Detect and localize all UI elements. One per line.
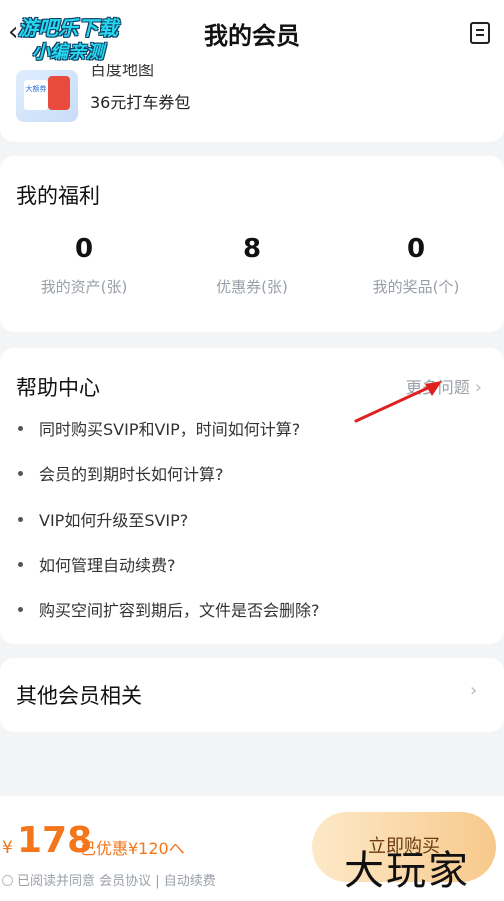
bullet-icon xyxy=(18,517,23,522)
bullet-icon xyxy=(18,426,23,431)
agree-checkbox[interactable] xyxy=(2,875,13,886)
faq-text: 会员的到期时长如何计算? xyxy=(39,465,224,484)
benefits-title: 我的福利 xyxy=(16,184,100,208)
chevron-right-icon: › xyxy=(474,377,482,398)
stat-assets-label: 我的资产(张) xyxy=(40,278,128,296)
faq-text: VIP如何升级至SVIP? xyxy=(39,511,189,530)
other-title: 其他会员相关 xyxy=(16,684,142,708)
stat-prizes-label: 我的奖品(个) xyxy=(372,278,460,296)
stat-assets[interactable]: 0 我的资产(张) xyxy=(0,234,168,297)
faq-item[interactable]: 购买空间扩容到期后，文件是否会删除? xyxy=(18,597,320,621)
faq-text: 如何管理自动续费? xyxy=(39,556,176,575)
more-questions-label: 更多问题 xyxy=(405,378,470,397)
stat-coupons-label: 优惠券(张) xyxy=(216,278,288,296)
agreement-row[interactable]: 已阅读并同意 会员协议 | 自动续费 xyxy=(2,870,216,889)
more-questions-link[interactable]: 更多问题 › xyxy=(406,374,482,398)
benefits-card: 我的福利 0 我的资产(张) 8 优惠券(张) 0 我的奖品(个) xyxy=(0,156,504,332)
faq-item[interactable]: VIP如何升级至SVIP? xyxy=(18,507,188,531)
stat-prizes[interactable]: 0 我的奖品(个) xyxy=(332,234,500,297)
help-center-card: 帮助中心 更多问题 › 同时购买SVIP和VIP，时间如何计算? 会员的到期时长… xyxy=(0,348,504,644)
bullet-icon xyxy=(18,562,23,567)
stat-coupons-value: 8 xyxy=(242,234,262,264)
page-title: 我的会员 xyxy=(204,22,300,50)
coupon-label: 36元打车券包 xyxy=(90,93,191,112)
other-member-card[interactable]: 其他会员相关 › xyxy=(0,658,504,732)
faq-item[interactable]: 会员的到期时长如何计算? xyxy=(18,461,224,485)
menu-icon[interactable] xyxy=(470,22,490,44)
coupon-thumbnail[interactable]: 大额券 xyxy=(16,70,78,122)
stat-coupons[interactable]: 8 优惠券(张) xyxy=(168,234,336,297)
coupon-thumb-text: 大额券 xyxy=(24,80,48,110)
header: ‹ 游吧乐下载 小编亲测 我的会员 xyxy=(0,0,504,64)
stat-prizes-value: 0 xyxy=(406,234,426,264)
faq-text: 同时购买SVIP和VIP，时间如何计算? xyxy=(39,420,301,439)
agreement-text: 已阅读并同意 会员协议 | 自动续费 xyxy=(17,874,216,889)
stat-assets-value: 0 xyxy=(74,234,94,264)
faq-text: 购买空间扩容到期后，文件是否会删除? xyxy=(39,601,320,620)
bullet-icon xyxy=(18,607,23,612)
faq-item[interactable]: 同时购买SVIP和VIP，时间如何计算? xyxy=(18,416,300,440)
chevron-right-icon: › xyxy=(470,680,478,701)
map-label-wrap: 百度地图 xyxy=(90,64,290,78)
watermark-stamp: 大玩家 xyxy=(344,848,470,894)
coupon-bag-icon xyxy=(48,76,70,110)
faq-item[interactable]: 如何管理自动续费? xyxy=(18,552,176,576)
currency-symbol: ¥ xyxy=(2,838,13,858)
bullet-icon xyxy=(18,471,23,476)
discount-toggle[interactable]: 已优惠¥120へ xyxy=(80,835,185,859)
help-title: 帮助中心 xyxy=(16,376,100,400)
map-label: 百度地图 xyxy=(90,64,155,78)
